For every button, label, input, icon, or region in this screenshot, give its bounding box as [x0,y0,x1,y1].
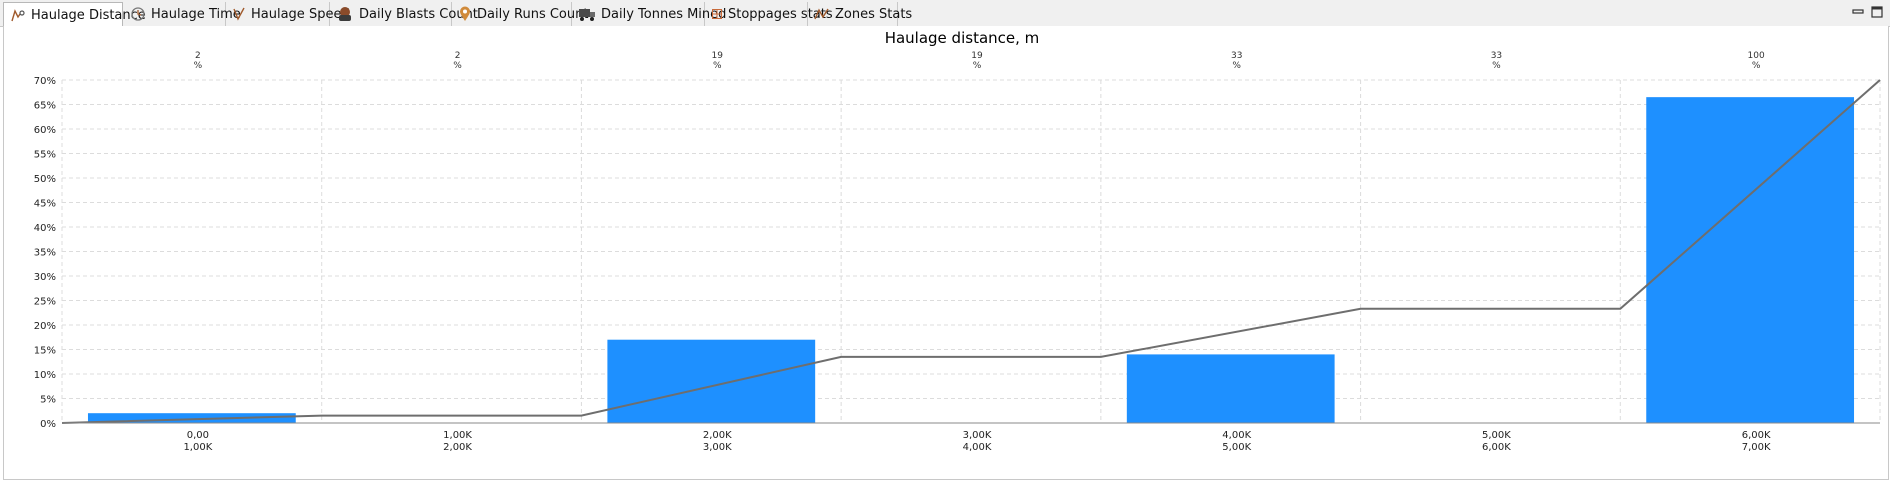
x-tick-label-start: 1,00K [443,430,472,441]
chart-title: Haulage distance, m [885,29,1040,47]
tab-zones-stats[interactable]: Zones Stats [808,2,912,26]
y-tick-label: 0% [40,419,56,430]
maximize-icon[interactable] [1870,5,1884,19]
cumulative-percent-value: 33 [1231,51,1242,61]
haulage-distance-icon [11,9,25,22]
x-tick-label-end: 3,00K [703,442,732,453]
grid-icon [712,9,722,19]
cumulative-percent-unit: % [1752,61,1761,71]
x-tick-label-end: 1,00K [183,442,212,453]
zigzag-icon [814,8,829,20]
cumulative-percent-value: 19 [712,51,724,61]
y-axis: 0% 5% 10% 15% 20% 25% 30% 35% 40% 45% 50% 55% 60% 65%… [34,76,56,430]
cumulative-line-path [61,79,1881,424]
explosion-icon [339,7,351,21]
location-pin-icon [460,6,470,21]
cumulative-percent-unit: % [973,61,982,71]
cumulative-percent-unit: % [713,61,722,71]
top-labels: 2%2%19%19%33%33%100% [194,51,1765,71]
y-tick-label: 55% [34,150,56,161]
cumulative-percent-value: 2 [455,51,461,61]
tab-haulage-time[interactable]: Haulage Time [124,2,241,26]
y-tick-label: 70% [34,76,56,87]
cumulative-percent-unit: % [1232,61,1241,71]
truck-icon [579,9,595,21]
cumulative-percent-unit: % [453,61,462,71]
grid [61,79,1881,424]
y-tick-label: 50% [34,174,56,185]
tab-daily-blasts-count[interactable]: Daily Blasts Count [330,2,478,26]
tab-bar: Haulage Distance Haulage Time Haulage Sp… [0,0,1890,27]
tab-label: Zones Stats [835,6,913,22]
x-tick-label-end: 4,00K [963,442,992,453]
tab-haulage-speed[interactable]: Haulage Speed [226,2,350,26]
y-tick-label: 65% [34,101,56,112]
x-tick-label-start: 0,00 [187,430,209,441]
cumulative-percent-value: 33 [1491,51,1502,61]
tab-haulage-distance[interactable]: Haulage Distance [3,2,146,27]
minimize-icon[interactable] [1851,5,1865,19]
y-tick-label: 30% [34,272,56,283]
y-tick-label: 15% [34,346,56,357]
x-tick-label-end: 7,00K [1742,442,1771,453]
cumulative-percent-unit: % [194,61,203,71]
speed-icon [233,7,245,21]
y-tick-label: 5% [40,395,56,406]
bar [607,339,816,423]
cumulative-percent-unit: % [1492,61,1501,71]
x-tick-label-end: 6,00K [1482,442,1511,453]
clock-icon [131,7,145,21]
x-tick-label-start: 4,00K [1222,430,1251,441]
y-tick-label: 10% [34,370,56,381]
cumulative-percent-value: 19 [971,51,983,61]
x-axis: 0,001,00K1,00K2,00K2,00K3,00K3,00K4,00K4… [62,422,1880,453]
cumulative-percent-value: 2 [195,51,201,61]
y-tick-label: 60% [34,125,56,136]
tab-daily-tonnes-mined[interactable]: Daily Tonnes Mined [572,2,726,26]
cumulative-line [61,79,1881,424]
haulage-distance-chart: Haulage distance, m 0% 5% 10% 15% 20% 25% 30% 3… [34,29,1881,453]
x-tick-label-start: 2,00K [703,430,732,441]
y-tick-label: 45% [34,199,56,210]
x-tick-label-end: 2,00K [443,442,472,453]
x-tick-label-start: 6,00K [1742,430,1771,441]
x-tick-label-start: 5,00K [1482,430,1511,441]
bar [1126,354,1335,423]
y-tick-label: 25% [34,297,56,308]
x-tick-label-end: 5,00K [1222,442,1251,453]
cumulative-percent-value: 100 [1748,51,1765,61]
tab-daily-runs-count[interactable]: Daily Runs Count [452,2,588,26]
tab-stoppages-stats[interactable]: Stoppages stats [705,2,833,26]
bar [1646,97,1855,424]
y-tick-label: 20% [34,321,56,332]
y-tick-label: 35% [34,248,56,259]
x-tick-label-start: 3,00K [963,430,992,441]
y-tick-label: 40% [34,223,56,234]
